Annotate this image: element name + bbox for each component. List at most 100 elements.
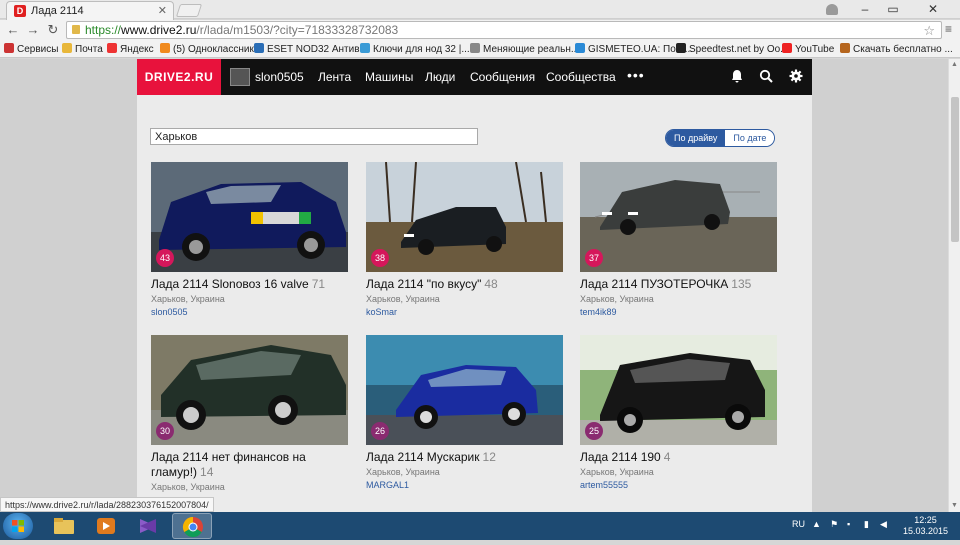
- chrome-menu-icon[interactable]: ≡: [945, 22, 952, 36]
- car-title[interactable]: Лада 2114 Slonовоз 16 valve 71: [151, 277, 349, 292]
- nav-more-button[interactable]: •••: [627, 67, 645, 83]
- bookmark-item[interactable]: Яндекс: [107, 43, 154, 55]
- start-button[interactable]: [3, 513, 33, 539]
- close-window-icon[interactable]: ✕: [910, 0, 956, 19]
- car-photo[interactable]: 25: [580, 335, 777, 445]
- bookmark-item[interactable]: Ключи для нод 32 |...: [360, 43, 470, 55]
- tray-app-icon[interactable]: ▪: [847, 519, 850, 529]
- taskbar-chrome[interactable]: [172, 513, 212, 539]
- car-card[interactable]: 26 Лада 2114 Мускарик 12 Харьков, Украина…: [366, 335, 564, 490]
- author-link[interactable]: MARGAL1: [366, 480, 564, 490]
- mail-icon: [62, 43, 72, 53]
- username-link[interactable]: slon0505: [255, 70, 304, 84]
- taskbar-visual-studio[interactable]: [128, 513, 168, 539]
- car-card[interactable]: 25 Лада 2114 190 4 Харьков, Украина artem…: [580, 335, 778, 490]
- rating-badge: 37: [585, 249, 603, 267]
- car-photo[interactable]: 37: [580, 162, 777, 272]
- action-center-icon[interactable]: ⚑: [830, 519, 838, 530]
- author-link[interactable]: tem4ik89: [580, 307, 778, 317]
- author-link[interactable]: slon0505: [151, 307, 349, 317]
- car-title[interactable]: Лада 2114 нет финансов на гламур!) 14: [151, 450, 349, 480]
- car-title-text[interactable]: Лада 2114 нет финансов на гламур!): [151, 450, 306, 479]
- car-title[interactable]: Лада 2114 Мускарик 12: [366, 450, 564, 465]
- bell-icon[interactable]: [730, 69, 744, 86]
- chrome-icon: [182, 516, 203, 538]
- scroll-down-icon[interactable]: ▼: [951, 502, 958, 509]
- nav-cars[interactable]: Машины: [365, 70, 413, 84]
- page-viewport: DRIVE2.RU slon0505 Лента Машины Люди Соо…: [0, 59, 948, 513]
- bookmark-star-icon[interactable]: ☆: [923, 23, 935, 39]
- car-photo[interactable]: 38: [366, 162, 563, 272]
- car-photo[interactable]: 26: [366, 335, 563, 445]
- sort-by-drive-button[interactable]: По драйву: [666, 130, 726, 146]
- car-photo[interactable]: 30: [151, 335, 348, 445]
- new-tab-button[interactable]: [175, 4, 203, 17]
- window-titlebar: D Лада 2114 ✕ – ▭ ✕: [0, 0, 960, 20]
- car-card[interactable]: 30 Лада 2114 нет финансов на гламур!) 14 …: [151, 335, 349, 492]
- url-domain: www.drive2.ru: [121, 23, 197, 37]
- forward-icon[interactable]: →: [24, 21, 42, 39]
- nav-communities[interactable]: Сообщества: [546, 70, 616, 84]
- car-title-text[interactable]: Лада 2114 Мускарик: [366, 450, 480, 464]
- volume-icon[interactable]: ◀: [880, 519, 887, 530]
- tab-close-icon[interactable]: ✕: [158, 4, 167, 17]
- car-title[interactable]: Лада 2114 ПУЗОТЕРОЧКА 135: [580, 277, 778, 292]
- bookmark-item[interactable]: YouTube: [782, 43, 834, 55]
- bookmark-item[interactable]: Speedtest.net by Oo...: [676, 43, 789, 55]
- tray-expand-icon[interactable]: ▲: [812, 519, 821, 529]
- url-path: /r/lada/m1503/?city=71833328732083: [196, 23, 399, 37]
- nav-people[interactable]: Люди: [425, 70, 455, 84]
- browser-tab[interactable]: D Лада 2114 ✕: [6, 1, 174, 20]
- search-icon[interactable]: [759, 69, 773, 86]
- yandex-icon: [107, 43, 117, 53]
- bookmark-item[interactable]: ESET NOD32 Антив...: [254, 43, 368, 55]
- system-clock[interactable]: 12:25 15.03.2015: [903, 515, 948, 537]
- download-icon: [840, 43, 850, 53]
- bookmark-label: Speedtest.net by Oo...: [689, 44, 789, 55]
- bookmark-item[interactable]: Меняющие реальн...: [470, 43, 579, 55]
- nav-messages[interactable]: Сообщения: [470, 70, 535, 84]
- author-link[interactable]: koSmar: [366, 307, 564, 317]
- bookmark-item[interactable]: Скачать бесплатно ...: [840, 43, 953, 55]
- folder-icon: [54, 518, 74, 534]
- eset-icon: [254, 43, 264, 53]
- car-photo[interactable]: 43: [151, 162, 348, 272]
- tab-title: Лада 2114: [31, 5, 84, 17]
- windows-logo-icon: [12, 520, 24, 532]
- car-title-text[interactable]: Лада 2114 ПУЗОТЕРОЧКА: [580, 277, 728, 291]
- bookmark-item[interactable]: Сервисы: [4, 43, 58, 55]
- car-title-text[interactable]: Лада 2114 190: [580, 450, 661, 464]
- author-link[interactable]: artem55555: [580, 480, 778, 490]
- car-card[interactable]: 43 Лада 2114 Slonовоз 16 valve 71 Харьков…: [151, 162, 349, 317]
- car-title[interactable]: Лада 2114 "по вкусу" 48: [366, 277, 564, 292]
- scroll-up-icon[interactable]: ▲: [951, 61, 958, 68]
- car-title-text[interactable]: Лада 2114 "по вкусу": [366, 277, 481, 291]
- address-bar[interactable]: https://www.drive2.ru/r/lada/m1503/?city…: [66, 21, 942, 39]
- bookmark-item[interactable]: Почта: [62, 43, 103, 55]
- city-field[interactable]: [150, 128, 478, 145]
- taskbar-media-player[interactable]: [86, 513, 126, 539]
- network-icon[interactable]: ▮: [864, 519, 869, 530]
- car-title-text[interactable]: Лада 2114 Slonовоз 16 valve: [151, 277, 309, 291]
- bookmark-item[interactable]: (5) Одноклассники: [160, 43, 259, 55]
- bookmark-label: Сервисы: [17, 44, 59, 55]
- scroll-thumb[interactable]: [951, 97, 959, 242]
- car-card[interactable]: 37 Лада 2114 ПУЗОТЕРОЧКА 135 Харьков, Укр…: [580, 162, 778, 317]
- car-card[interactable]: 38 Лада 2114 "по вкусу" 48 Харьков, Украи…: [366, 162, 564, 317]
- bookmark-label: ESET NOD32 Антив...: [267, 44, 368, 55]
- minimize-icon[interactable]: –: [852, 0, 878, 19]
- nav-feed[interactable]: Лента: [318, 70, 351, 84]
- gear-icon[interactable]: [789, 69, 803, 86]
- back-icon[interactable]: ←: [4, 21, 22, 39]
- taskbar-explorer[interactable]: [44, 513, 84, 539]
- sort-by-date-button[interactable]: По дате: [725, 130, 775, 146]
- language-indicator[interactable]: RU: [792, 519, 805, 529]
- maximize-icon[interactable]: ▭: [880, 0, 906, 19]
- avatar[interactable]: [230, 68, 250, 86]
- site-logo[interactable]: DRIVE2.RU: [137, 59, 221, 95]
- car-title[interactable]: Лада 2114 190 4: [580, 450, 778, 465]
- page-scrollbar[interactable]: ▲ ▼: [948, 59, 960, 513]
- profile-icon[interactable]: [826, 4, 838, 15]
- car-location: Харьков, Украина: [151, 482, 225, 492]
- reload-icon[interactable]: ↻: [44, 21, 62, 39]
